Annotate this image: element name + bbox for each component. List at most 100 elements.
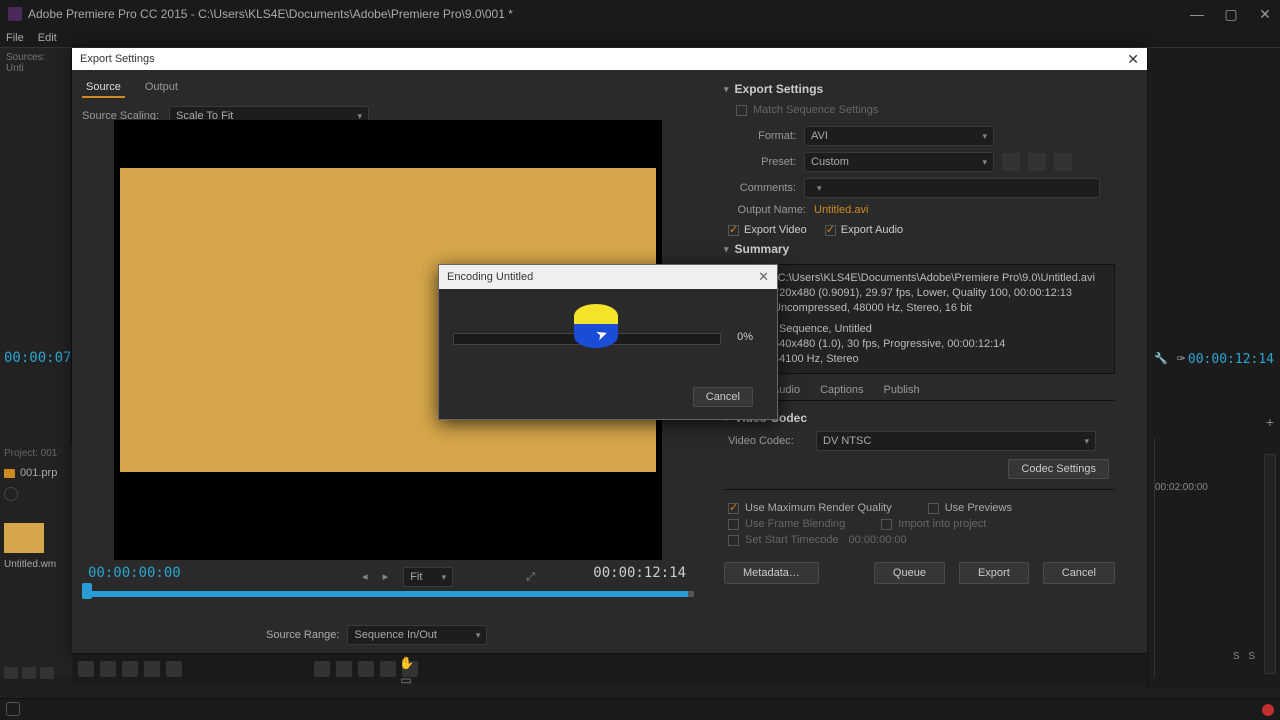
timeline-btn-7[interactable] xyxy=(336,661,352,677)
dialog-title: Export Settings xyxy=(80,53,155,65)
step-fwd-button[interactable]: ▸ xyxy=(383,571,389,583)
output-name-link[interactable]: Untitled.avi xyxy=(814,204,868,216)
minimize-button[interactable]: — xyxy=(1190,7,1204,21)
metadata-button[interactable]: Metadata… xyxy=(724,562,819,584)
summary-output-l2: 720x480 (0.9091), 29.97 fps, Lower, Qual… xyxy=(773,286,1072,301)
menu-file[interactable]: File xyxy=(6,32,24,44)
selection-tool-icon[interactable]: ▭ xyxy=(399,673,413,687)
app-icon xyxy=(8,7,22,21)
summary-source-l3: 44100 Hz, Stereo xyxy=(773,352,859,367)
preset-label: Preset: xyxy=(724,156,796,168)
encoding-percent: 0% xyxy=(737,331,753,343)
clip-name: Untitled.wm xyxy=(0,557,72,572)
tab-source[interactable]: Source xyxy=(82,78,125,98)
summary-output-path: C:\Users\KLS4E\Documents\Adobe\Premiere … xyxy=(778,272,1095,284)
export-audio-checkbox[interactable] xyxy=(825,225,836,236)
ruler-timecode: 00:02:00:00 xyxy=(1155,482,1276,493)
timeline-btn-4[interactable] xyxy=(144,661,160,677)
summary-source-l1: Sequence, Untitled xyxy=(779,323,872,335)
output-name-label: Output Name: xyxy=(724,204,806,216)
video-codec-header[interactable]: Video Codec xyxy=(724,411,1115,425)
search-icon[interactable] xyxy=(4,487,18,501)
source-range-label: Source Range: xyxy=(266,629,339,641)
summary-header[interactable]: Summary xyxy=(724,242,1115,256)
import-project-label: Import into project xyxy=(898,518,986,530)
queue-button[interactable]: Queue xyxy=(874,562,945,584)
wrench-icon[interactable]: 🔧 xyxy=(1154,352,1168,366)
match-sequence-label: Match Sequence Settings xyxy=(753,104,878,116)
crop-icon[interactable]: ⤢ xyxy=(526,571,535,583)
export-timeline[interactable] xyxy=(82,591,694,597)
list-view-button[interactable] xyxy=(4,667,18,679)
playhead-handle[interactable] xyxy=(82,583,92,599)
timeline-btn-8[interactable] xyxy=(358,661,374,677)
frame-blending-checkbox[interactable] xyxy=(728,519,739,530)
timeline-btn-5[interactable] xyxy=(166,661,182,677)
import-preset-icon[interactable] xyxy=(1028,153,1046,171)
timeline-btn-9[interactable] xyxy=(380,661,396,677)
add-track-button[interactable]: + xyxy=(1266,414,1274,430)
max-render-quality-label: Use Maximum Render Quality xyxy=(745,502,892,514)
subtab-publish[interactable]: Publish xyxy=(884,384,920,396)
import-project-checkbox[interactable] xyxy=(881,519,892,530)
summary-source-l2: 640x480 (1.0), 30 fps, Progressive, 00:0… xyxy=(773,337,1005,352)
close-button[interactable]: ✕ xyxy=(1258,7,1272,21)
format-dropdown[interactable]: AVI xyxy=(804,126,994,146)
comments-label: Comments: xyxy=(724,182,796,194)
export-settings-header[interactable]: Export Settings xyxy=(724,82,1115,96)
project-file-label: 001.prp xyxy=(20,467,57,479)
frame-blending-label: Use Frame Blending xyxy=(745,518,845,530)
timeline-btn-3[interactable] xyxy=(122,661,138,677)
save-preset-icon[interactable] xyxy=(1002,153,1020,171)
project-file-item[interactable]: 001.prp xyxy=(0,463,72,483)
use-previews-label: Use Previews xyxy=(945,502,1012,514)
export-video-label: Export Video xyxy=(744,224,807,236)
start-timecode-checkbox[interactable] xyxy=(728,535,739,546)
source-range-dropdown[interactable]: Sequence In/Out xyxy=(347,625,487,645)
format-label: Format: xyxy=(724,130,796,142)
fit-dropdown[interactable]: Fit xyxy=(403,567,453,587)
tab-output[interactable]: Output xyxy=(141,78,182,98)
timeline-btn-1[interactable] xyxy=(78,661,94,677)
status-icon[interactable] xyxy=(6,702,20,716)
encoding-close-button[interactable]: ✕ xyxy=(758,269,769,285)
window-title: Adobe Premiere Pro CC 2015 - C:\Users\KL… xyxy=(28,7,513,21)
export-video-checkbox[interactable] xyxy=(728,225,739,236)
project-panel-header: Project: 001 xyxy=(0,444,72,463)
preset-dropdown[interactable]: Custom xyxy=(804,152,994,172)
program-timecode: 00:00:12:14 xyxy=(1188,352,1274,367)
video-codec-label: Video Codec: xyxy=(728,435,808,447)
use-previews-checkbox[interactable] xyxy=(928,503,939,514)
notification-icon[interactable] xyxy=(1262,704,1274,716)
encoding-cancel-button[interactable]: Cancel xyxy=(693,387,753,407)
cursor-highlight xyxy=(574,304,618,348)
solo-indicators: S S xyxy=(1233,651,1258,662)
encoding-title: Encoding Untitled xyxy=(447,271,533,283)
video-codec-dropdown[interactable]: DV NTSC xyxy=(816,431,1096,451)
codec-settings-button[interactable]: Codec Settings xyxy=(1008,459,1109,479)
hand-tool-icon[interactable]: ✋ xyxy=(399,656,413,670)
summary-box: Output: C:\Users\KLS4E\Documents\Adobe\P… xyxy=(724,264,1115,374)
marker-icon[interactable]: ✑ xyxy=(1174,352,1188,366)
icon-view-button[interactable] xyxy=(22,667,36,679)
timecode-start[interactable]: 00:00:00:00 xyxy=(88,565,181,581)
clip-thumbnail[interactable] xyxy=(4,523,44,553)
comments-input[interactable] xyxy=(804,178,1100,198)
export-button[interactable]: Export xyxy=(959,562,1029,584)
freeform-view-button[interactable] xyxy=(40,667,54,679)
summary-output-l3: Uncompressed, 48000 Hz, Stereo, 16 bit xyxy=(773,301,972,316)
match-sequence-checkbox[interactable] xyxy=(736,105,747,116)
max-render-quality-checkbox[interactable] xyxy=(728,503,739,514)
timecode-end: 00:00:12:14 xyxy=(593,565,686,581)
start-timecode-label: Set Start Timecode xyxy=(745,534,839,546)
step-back-button[interactable]: ◂ xyxy=(362,571,368,583)
subtab-captions[interactable]: Captions xyxy=(820,384,863,396)
dialog-close-button[interactable]: ✕ xyxy=(1127,51,1139,68)
maximize-button[interactable]: ▢ xyxy=(1224,7,1238,21)
timeline-btn-6[interactable] xyxy=(314,661,330,677)
timeline-btn-2[interactable] xyxy=(100,661,116,677)
delete-preset-icon[interactable] xyxy=(1054,153,1072,171)
sources-panel-label: Sources: Unti xyxy=(0,48,71,78)
menu-edit[interactable]: Edit xyxy=(38,32,57,44)
cancel-button[interactable]: Cancel xyxy=(1043,562,1115,584)
